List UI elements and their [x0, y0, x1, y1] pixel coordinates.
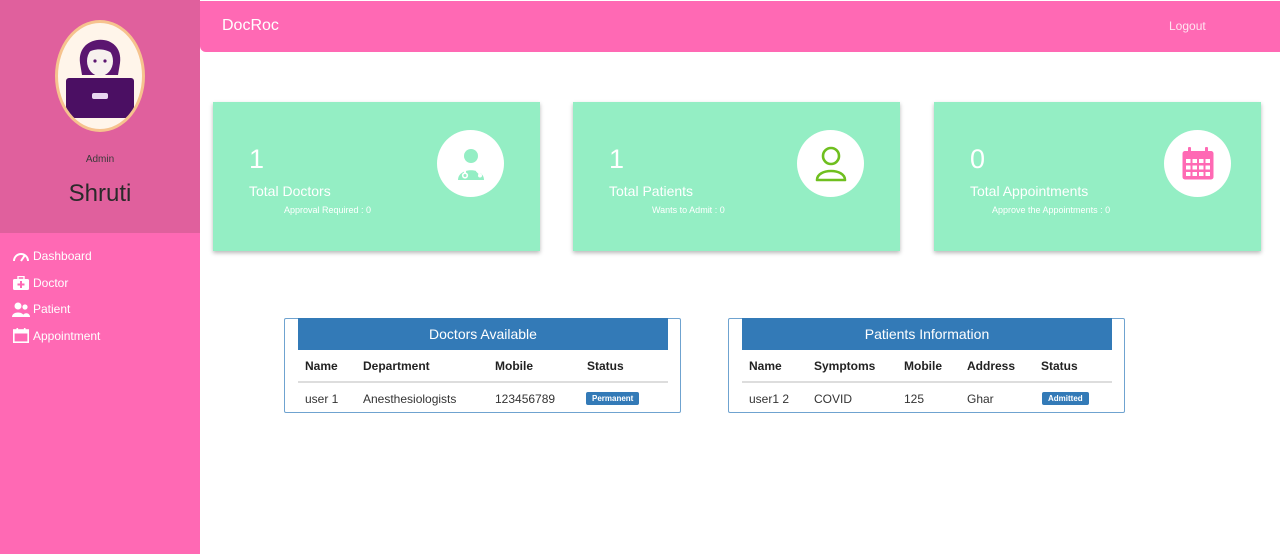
stat-value: 0 — [970, 144, 986, 174]
stat-subtext: Approve the Appointments : 0 — [992, 205, 1111, 215]
sidebar-item-label: Patient — [33, 302, 71, 317]
avatar — [55, 20, 145, 132]
stat-value: 1 — [249, 144, 265, 174]
stat-label: Total Patients — [609, 183, 694, 199]
sidebar-item-label: Doctor — [33, 275, 69, 290]
status-badge: Permanent — [586, 392, 640, 405]
top-navbar: DocRoc Logout — [200, 1, 1280, 52]
column-header: Mobile — [904, 359, 942, 373]
logout-link[interactable]: Logout — [1169, 19, 1206, 33]
sidebar-item-label: Dashboard — [33, 249, 92, 264]
cell-address: Ghar — [967, 392, 994, 406]
stat-label: Total Doctors — [249, 183, 331, 199]
column-header: Symptoms — [814, 359, 876, 373]
briefcase-medical-icon — [12, 275, 30, 291]
stat-subtext: Approval Required : 0 — [284, 205, 372, 215]
stat-subtext: Wants to Admit : 0 — [652, 205, 725, 215]
column-header: Status — [587, 359, 624, 373]
cell-mobile: 123456789 — [495, 392, 556, 406]
panel-title: Patients Information — [742, 318, 1112, 350]
users-icon — [12, 301, 30, 317]
profile-name: Shruti — [68, 180, 132, 207]
sidebar-nav: Dashboard Doctor Patient Appointment — [0, 243, 200, 349]
column-header: Department — [363, 359, 430, 373]
table-header: Name Department Mobile Status — [298, 350, 668, 383]
table-header: Name Symptoms Mobile Address Status — [742, 350, 1112, 383]
sidebar-item-dashboard[interactable]: Dashboard — [0, 243, 200, 270]
table-row: user1 2 COVID 125 Ghar Admitted — [742, 383, 1112, 413]
sidebar-item-doctor[interactable]: Doctor — [0, 270, 200, 297]
doctor-icon — [437, 130, 504, 197]
status-badge: Admitted — [1042, 392, 1089, 405]
stat-card-appointments[interactable]: 0 Total Appointments Approve the Appoint… — [934, 102, 1261, 251]
column-header: Mobile — [495, 359, 533, 373]
patients-information-panel: Patients Information Name Symptoms Mobil… — [728, 318, 1125, 413]
doctors-available-panel: Doctors Available Name Department Mobile… — [284, 318, 681, 413]
profile-role: Admin — [85, 154, 115, 165]
sidebar-item-appointment[interactable]: Appointment — [0, 323, 200, 350]
cell-symptoms: COVID — [814, 392, 853, 406]
stat-label: Total Appointments — [970, 183, 1089, 199]
panel-title: Doctors Available — [298, 318, 668, 350]
sidebar-item-patient[interactable]: Patient — [0, 296, 200, 323]
cell-name: user1 2 — [749, 392, 790, 406]
sidebar: Admin Shruti Dashboard Doctor Patient Ap… — [0, 0, 200, 554]
profile-section: Admin Shruti — [0, 0, 200, 233]
column-header: Name — [305, 359, 338, 373]
column-header: Name — [749, 359, 782, 373]
doctors-table: Name Department Mobile Status user 1 Ane… — [298, 350, 668, 413]
calendar-icon — [12, 328, 30, 344]
sidebar-item-label: Appointment — [33, 328, 101, 343]
column-header: Address — [967, 359, 1016, 373]
user-icon — [797, 130, 864, 197]
cell-name: user 1 — [305, 392, 339, 406]
calendar-icon — [1164, 130, 1231, 197]
speedometer-icon — [12, 248, 30, 264]
cell-department: Anesthesiologists — [363, 392, 457, 406]
cell-mobile: 125 — [904, 392, 925, 406]
table-row: user 1 Anesthesiologists 123456789 Perma… — [298, 383, 668, 413]
patients-table: Name Symptoms Mobile Address Status user… — [742, 350, 1112, 413]
brand-title[interactable]: DocRoc — [222, 17, 279, 35]
stat-card-patients[interactable]: 1 Total Patients Wants to Admit : 0 — [573, 102, 900, 251]
stat-value: 1 — [609, 144, 625, 174]
column-header: Status — [1041, 359, 1078, 373]
stat-card-doctors[interactable]: 1 Total Doctors Approval Required : 0 — [213, 102, 540, 251]
